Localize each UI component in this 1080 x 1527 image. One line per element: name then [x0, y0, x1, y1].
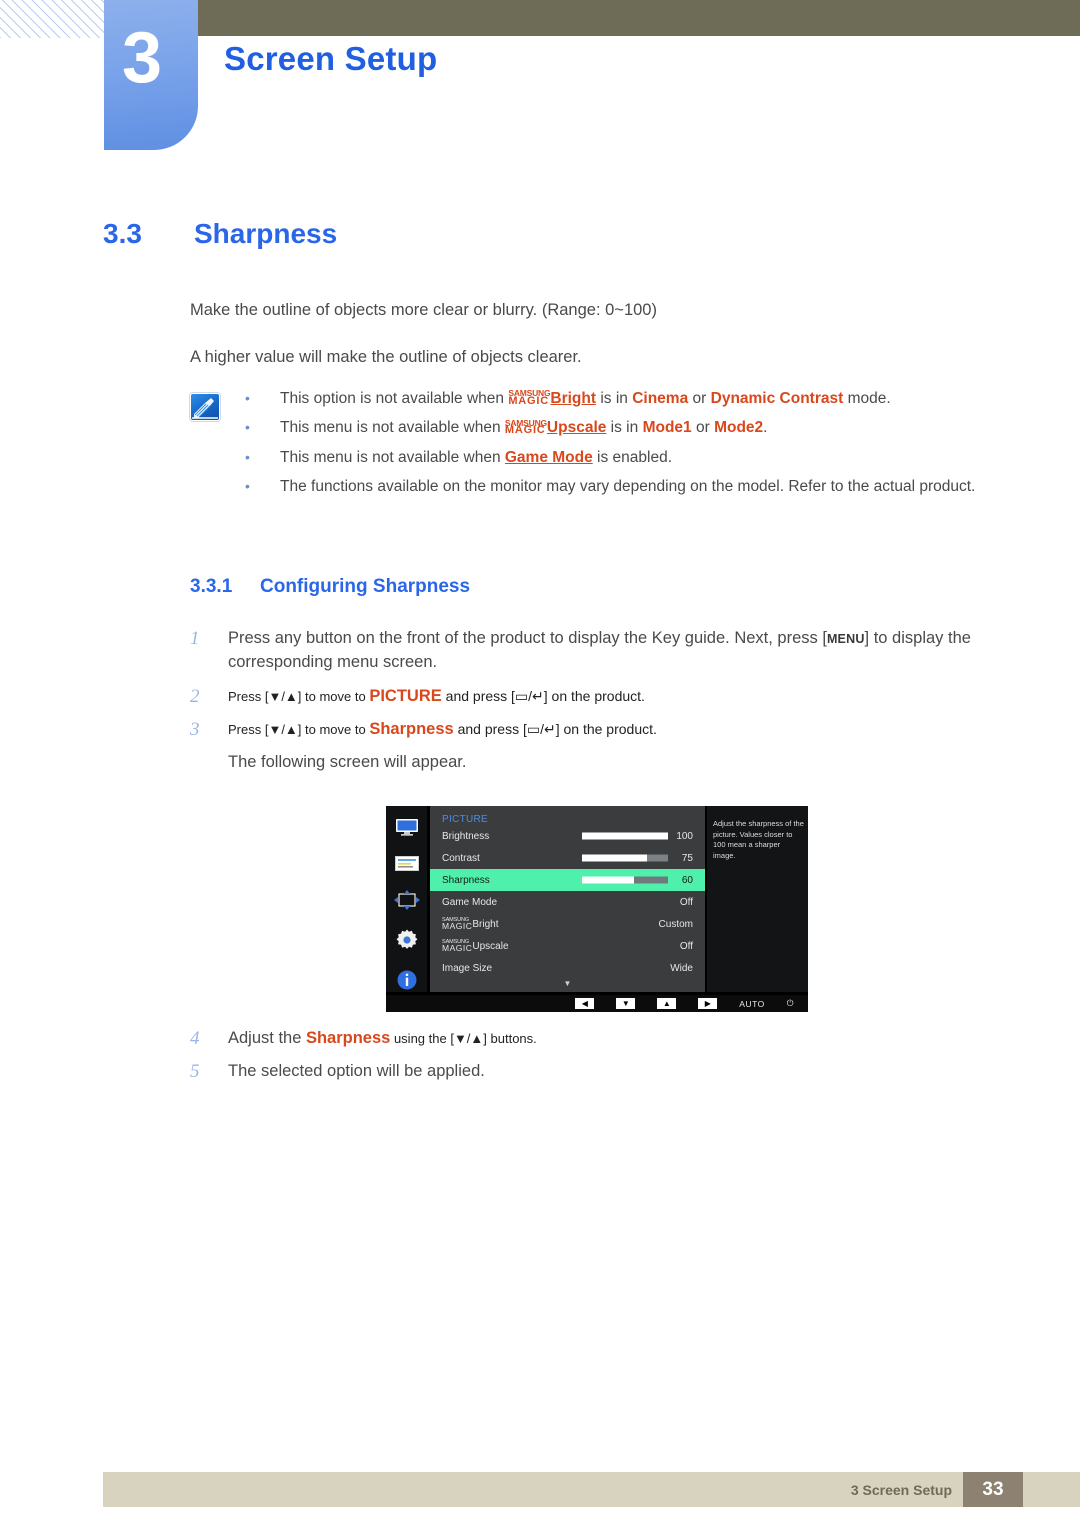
osd-value: 75 [681, 852, 693, 864]
osd-slider-sharpness[interactable] [582, 876, 668, 884]
power-icon[interactable]: ⏻ [787, 998, 794, 1009]
step-5: 5 The selected option will be applied. [190, 1059, 1010, 1083]
step-number: 4 [190, 1028, 200, 1049]
osd-value: Off [679, 896, 693, 908]
osd-row-game-mode[interactable]: Game Mode Off [430, 891, 705, 913]
osd-menu-title: PICTURE [442, 814, 488, 825]
osd-row-magicbright[interactable]: SAMSUNG MAGIC Bright Custom [430, 913, 705, 935]
osd-value: 100 [676, 830, 693, 842]
note-list: This option is not available when SAMSUN… [190, 388, 1000, 499]
osd-panel-icon [394, 856, 419, 876]
note-item-2: This menu is not available when SAMSUNGM… [190, 417, 1000, 439]
step-number: 2 [190, 685, 200, 707]
chapter-title: Screen Setup [224, 40, 438, 77]
note-item-1: This option is not available when SAMSUN… [190, 388, 1000, 410]
chapter-number-tab: 3 [104, 0, 198, 150]
steps-list: 1 Press any button on the front of the pr… [190, 626, 1010, 783]
step-3-followup: The following screen will appear. [228, 752, 467, 771]
footer-chapter-label: 3 Screen Setup [850, 1481, 952, 1498]
samsung-magic-logo: SAMSUNG MAGIC [442, 939, 473, 953]
osd-label: Sharpness [442, 874, 490, 886]
osd-menu-screenshot: PICTURE Brightness 100 Contrast 75 Sharp… [386, 806, 808, 1012]
osd-label: SAMSUNG MAGIC Upscale [442, 939, 509, 953]
osd-button-right[interactable]: ▶ [698, 998, 718, 1009]
osd-row-sharpness[interactable]: Sharpness 60 [430, 869, 705, 891]
footer-page-number: 33 [963, 1472, 1023, 1507]
page-footer: 3 Screen Setup 33 [103, 1472, 1080, 1507]
gear-icon [396, 929, 418, 956]
osd-auto-button[interactable]: AUTO [739, 999, 764, 1009]
osd-label: Contrast [442, 852, 480, 864]
osd-row-image-size[interactable]: Image Size Wide [430, 957, 705, 979]
step-4: 4 Adjust the Sharpness using the [▼/▲] bu… [190, 1026, 1010, 1050]
osd-label: Image Size [442, 962, 493, 974]
step-3: 3 Press [▼/▲] to move to Sharpness and pr… [190, 717, 1010, 774]
osd-value: Wide [670, 962, 693, 974]
osd-tip-text: Adjust the sharpness of the picture. Val… [707, 806, 808, 992]
osd-scroll-down-caret[interactable]: ▼ [430, 980, 705, 988]
step-1: 1 Press any button on the front of the pr… [190, 626, 1010, 675]
subsection-number: 3.3.1 [190, 576, 233, 597]
samsung-magic-logo: SAMSUNG MAGIC [508, 388, 551, 407]
subsection-heading: 3.3.1 Configuring Sharpness [190, 576, 470, 598]
samsung-magic-logo: SAMSUNG MAGIC [504, 417, 547, 437]
osd-slider-contrast[interactable] [582, 854, 668, 862]
osd-value: Off [679, 940, 693, 952]
step-2: 2 Press [▼/▲] to move to PICTURE and pres… [190, 684, 1010, 708]
step-number: 3 [190, 719, 200, 741]
osd-button-up[interactable]: ▲ [657, 998, 677, 1009]
subsection-title: Configuring Sharpness [260, 576, 471, 597]
osd-main-panel: PICTURE Brightness 100 Contrast 75 Sharp… [430, 806, 705, 992]
header-bar [190, 0, 1080, 36]
steps-list-continued: 4 Adjust the Sharpness using the [▼/▲] bu… [190, 1026, 1010, 1093]
step-number: 1 [190, 628, 200, 649]
osd-button-bar: ◀ ▼ ▲ ▶ AUTO ⏻ [386, 995, 808, 1012]
section-heading: 3.3 Sharpness [103, 218, 337, 250]
osd-button-down[interactable]: ▼ [616, 998, 636, 1009]
osd-button-left[interactable]: ◀ [575, 998, 595, 1009]
position-arrows-icon [393, 890, 420, 915]
section-title: Sharpness [194, 218, 338, 249]
osd-row-brightness[interactable]: Brightness 100 [430, 825, 705, 847]
monitor-icon [395, 818, 419, 842]
osd-label: Game Mode [442, 896, 498, 908]
osd-value: 60 [681, 874, 693, 886]
step-number: 5 [190, 1061, 200, 1083]
section-paragraph-2: A higher value will make the outline of … [190, 348, 582, 366]
samsung-magic-logo: SAMSUNG MAGIC [442, 917, 473, 931]
section-number: 3.3 [103, 218, 142, 249]
osd-row-contrast[interactable]: Contrast 75 [430, 847, 705, 869]
note-block: This option is not available when SAMSUN… [190, 388, 1000, 506]
note-item-3: This menu is not available when Game Mod… [190, 447, 1000, 469]
osd-slider-brightness[interactable] [582, 832, 668, 840]
osd-label: SAMSUNG MAGIC Bright [442, 917, 499, 931]
note-item-4: The functions available on the monitor m… [190, 476, 1000, 498]
osd-row-magicupscale[interactable]: SAMSUNG MAGIC Upscale Off [430, 935, 705, 957]
osd-label: Brightness [442, 830, 490, 842]
menu-keycap: MENU [826, 632, 865, 646]
osd-sidebar [386, 806, 427, 992]
section-paragraph-1: Make the outline of objects more clear o… [190, 301, 657, 319]
info-icon [397, 970, 417, 995]
osd-value: Custom [658, 918, 693, 930]
